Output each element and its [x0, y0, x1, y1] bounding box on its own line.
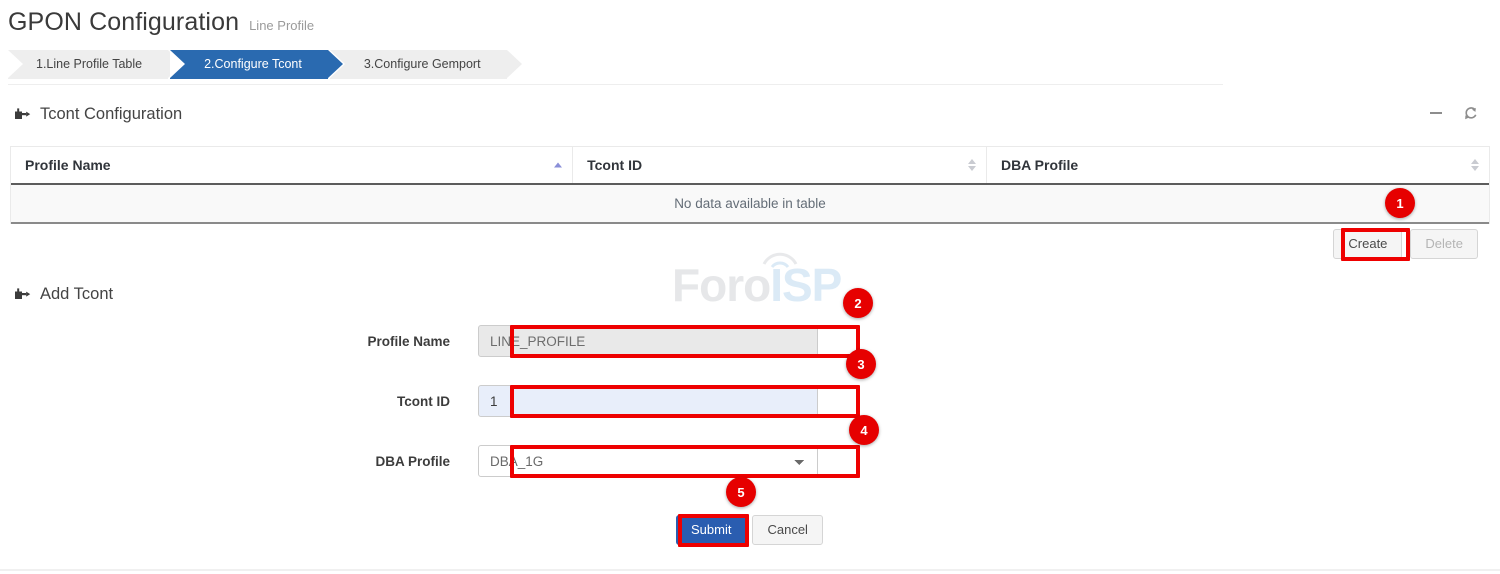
column-header-tcont-id[interactable]: Tcont ID [573, 147, 987, 184]
add-tcont-title: Add Tcont [40, 285, 113, 304]
table-header-row: Profile Name Tcont ID DBA Profile [11, 147, 1489, 184]
sort-none-icon [1471, 159, 1479, 171]
cancel-button[interactable]: Cancel [752, 515, 822, 545]
form-buttons: Submit Cancel [676, 515, 823, 545]
table-empty-message: No data available in table [11, 184, 1489, 223]
table-body: No data available in table [11, 184, 1489, 223]
steps-divider [8, 84, 1223, 85]
form-row-profile-name: Profile Name [0, 324, 818, 358]
annotation-badge-2: 2 [843, 288, 873, 318]
add-tcont-header: Add Tcont [14, 285, 113, 304]
table-empty-row: No data available in table [11, 184, 1489, 223]
column-label: Profile Name [25, 157, 111, 173]
sort-none-icon [968, 159, 976, 171]
delete-button: Delete [1410, 229, 1478, 259]
table-head: Profile Name Tcont ID DBA Profile [11, 147, 1489, 184]
step-configure-tcont[interactable]: 2.Configure Tcont [170, 50, 328, 79]
table-action-buttons: Create Delete [1333, 229, 1478, 259]
refresh-icon[interactable] [1462, 105, 1478, 121]
tcont-id-input[interactable] [478, 385, 818, 417]
tcont-table: Profile Name Tcont ID DBA Profile [11, 147, 1489, 224]
page-header: GPON Configuration Line Profile [8, 8, 314, 37]
wifi-arc-icon [760, 248, 800, 268]
column-header-profile-name[interactable]: Profile Name [11, 147, 573, 184]
form-row-dba-profile: DBA Profile DBA_1G [0, 444, 818, 478]
profile-name-label: Profile Name [0, 334, 478, 349]
column-label: Tcont ID [587, 157, 642, 173]
panel-tools [1428, 105, 1478, 121]
plug-icon [14, 107, 31, 123]
tcont-table-wrapper: Profile Name Tcont ID DBA Profile [10, 146, 1490, 224]
step-configure-gemport[interactable]: 3.Configure Gemport [330, 50, 507, 79]
tcont-configuration-header: Tcont Configuration [14, 105, 182, 124]
step-line-profile-table[interactable]: 1.Line Profile Table [8, 50, 168, 79]
dba-profile-select[interactable]: DBA_1G [478, 445, 818, 477]
submit-button[interactable]: Submit [676, 515, 746, 545]
annotation-badge-3: 3 [846, 349, 876, 379]
bottom-divider [0, 569, 1500, 571]
page-title: GPON Configuration [8, 8, 239, 37]
sort-ascending-icon [554, 163, 562, 168]
tcont-id-label: Tcont ID [0, 394, 478, 409]
watermark-part-1: Foro [672, 259, 770, 311]
wizard-steps: 1.Line Profile Table 2.Configure Tcont 3… [8, 50, 509, 79]
annotation-badge-4: 4 [849, 415, 879, 445]
create-button[interactable]: Create [1333, 229, 1402, 259]
form-row-tcont-id: Tcont ID [0, 384, 818, 418]
plug-icon [14, 287, 31, 303]
page-subtitle: Line Profile [249, 18, 314, 33]
profile-name-input [478, 325, 818, 357]
annotation-badge-5: 5 [726, 477, 756, 507]
watermark-part-2: ISP [770, 259, 841, 311]
watermark-foroisp: ForoISP [672, 262, 841, 308]
tcont-configuration-title: Tcont Configuration [40, 105, 182, 124]
minimize-icon[interactable] [1428, 105, 1444, 121]
dba-profile-label: DBA Profile [0, 454, 478, 469]
column-label: DBA Profile [1001, 157, 1078, 173]
column-header-dba-profile[interactable]: DBA Profile [986, 147, 1489, 184]
